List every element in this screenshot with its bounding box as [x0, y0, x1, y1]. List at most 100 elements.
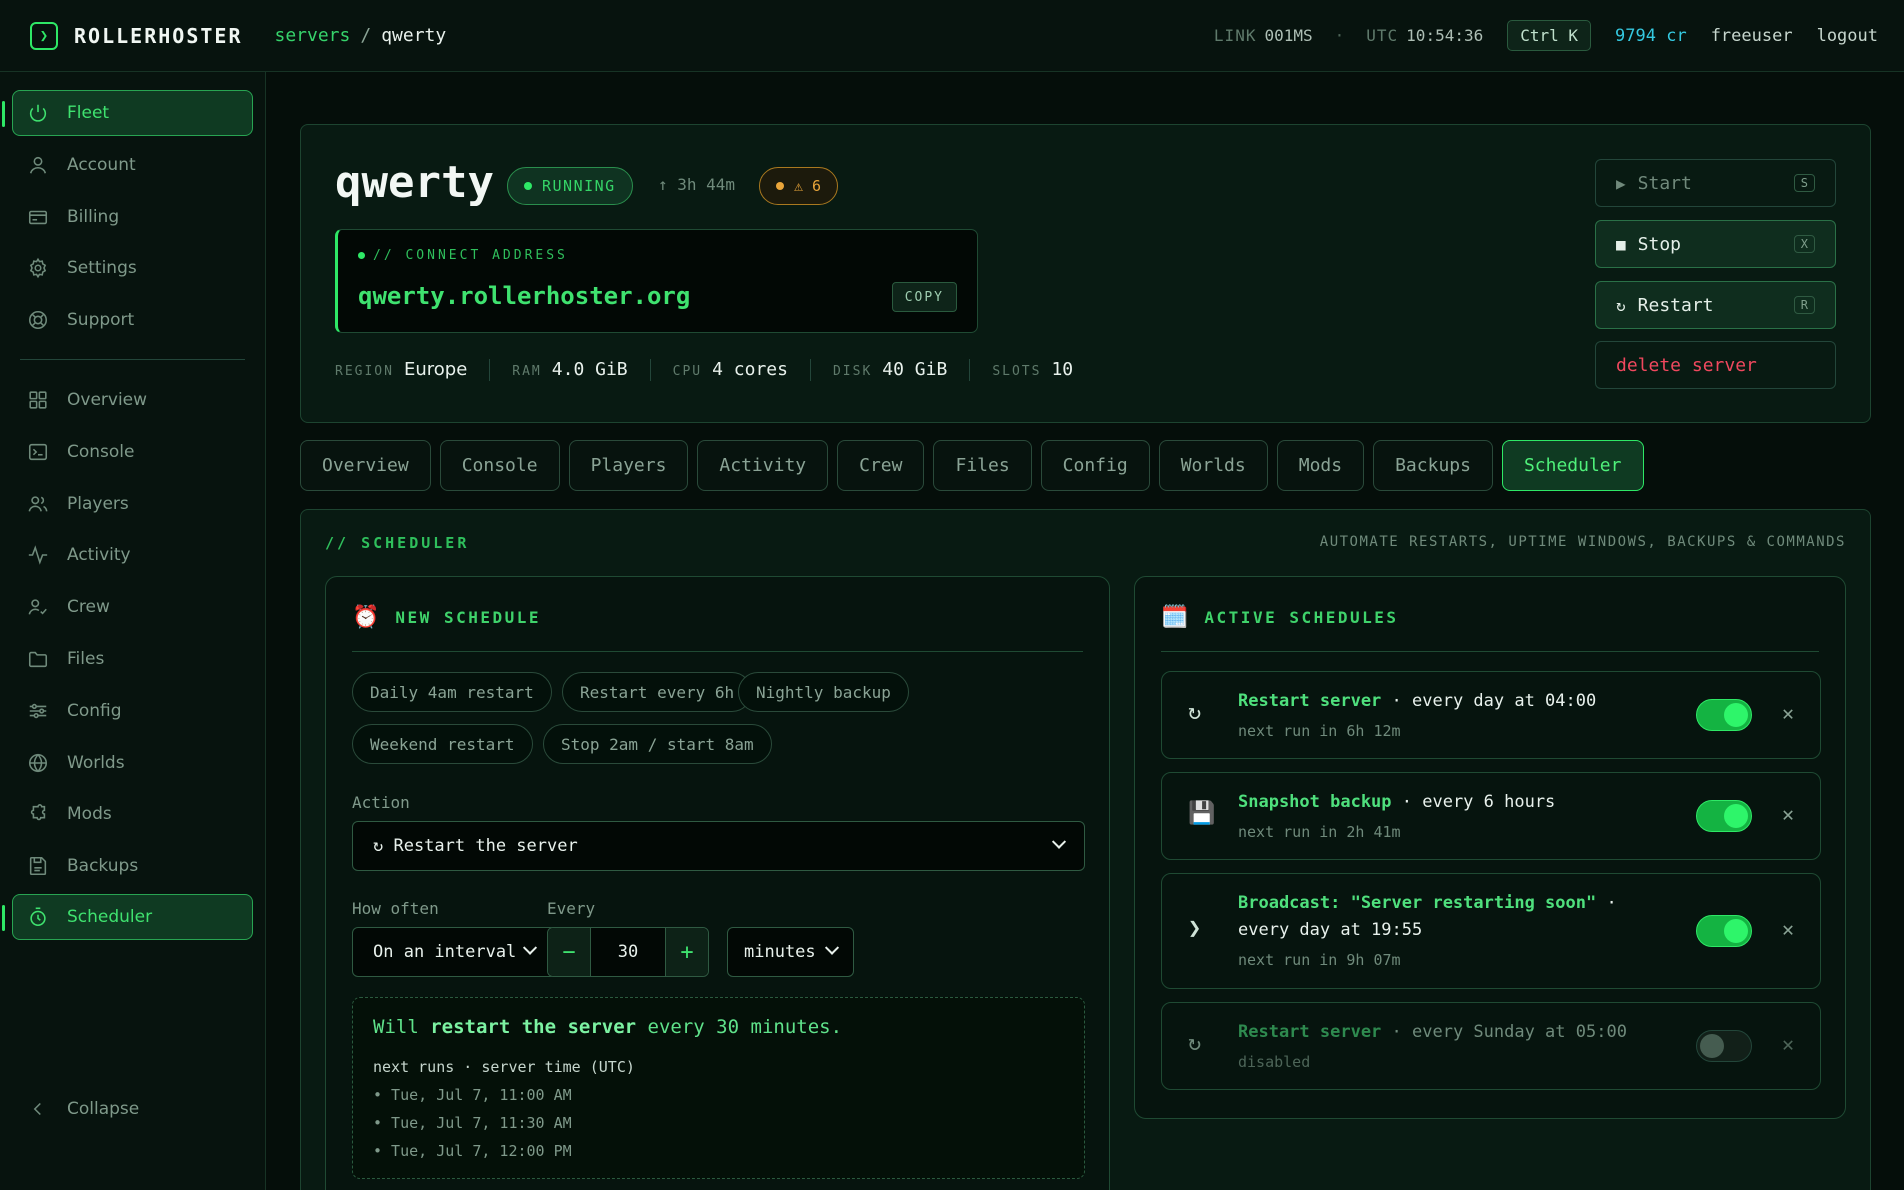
logout-link[interactable]: logout — [1817, 26, 1878, 46]
spec-key: SLOTS — [992, 364, 1042, 379]
schedule-name: Broadcast: "Server restarting soon" — [1238, 893, 1597, 913]
sidebar-item-crew[interactable]: Crew — [12, 584, 253, 630]
schedule-item[interactable]: 💾 Snapshot backup · every 6 hours next r… — [1161, 772, 1821, 860]
sidebar-item-fleet[interactable]: Fleet — [2, 90, 253, 136]
schedule-frequency: · every 6 hours — [1391, 792, 1556, 812]
sidebar-item-overview[interactable]: Overview — [12, 377, 253, 423]
tab-worlds[interactable]: Worlds — [1158, 440, 1268, 491]
summary-pre: Will — [373, 1016, 431, 1038]
sidebar-item-players[interactable]: Players — [12, 481, 253, 527]
schedule-enabled-toggle[interactable] — [1696, 915, 1752, 947]
stop-button[interactable]: ■ Stop X — [1595, 220, 1836, 268]
delete-schedule-button[interactable]: ✕ — [1782, 802, 1794, 826]
timer-icon — [30, 907, 46, 927]
sidebar-item-support[interactable]: Support — [12, 297, 253, 343]
tab-mods[interactable]: Mods — [1276, 440, 1365, 491]
brand[interactable]: ❯ ROLLERHOSTER — [30, 21, 243, 50]
sidebar-item-files[interactable]: Files — [12, 636, 253, 682]
username[interactable]: freeuser — [1711, 26, 1793, 46]
credits-balance[interactable]: 9794 cr — [1615, 26, 1687, 46]
copy-address-button[interactable]: COPY — [891, 282, 957, 312]
delete-schedule-button[interactable]: ✕ — [1782, 701, 1794, 725]
tab-scheduler[interactable]: Scheduler — [1501, 440, 1644, 491]
sidebar-item-worlds[interactable]: Worlds — [12, 740, 253, 786]
increment-button[interactable]: + — [665, 928, 708, 976]
schedule-description: Restart server · every day at 04:00 — [1238, 688, 1596, 715]
unit-select[interactable]: minutes — [727, 927, 854, 977]
schedule-enabled-toggle[interactable] — [1696, 699, 1752, 731]
sidebar-item-label: Players — [67, 494, 129, 514]
sidebar: Fleet Account Billing Settings Support O… — [0, 72, 266, 1190]
sidebar-item-label: Account — [67, 155, 136, 175]
sidebar-item-config[interactable]: Config — [12, 688, 253, 734]
connect-address[interactable]: qwerty.rollerhoster.org — [358, 282, 690, 310]
sidebar-divider — [20, 359, 245, 360]
preset-daily-4am-restart[interactable]: Daily 4am restart — [352, 672, 552, 712]
action-select[interactable]: ↻ Restart the server — [352, 821, 1085, 871]
connect-dot-icon — [358, 252, 365, 259]
tab-players[interactable]: Players — [568, 440, 689, 491]
tab-config[interactable]: Config — [1040, 440, 1150, 491]
tab-activity[interactable]: Activity — [697, 440, 829, 491]
preset-stop-start-window[interactable]: Stop 2am / start 8am — [543, 724, 772, 764]
breadcrumb-current: qwerty — [381, 25, 447, 46]
delete-schedule-button[interactable]: ✕ — [1782, 917, 1794, 941]
server-specs: REGION Europe RAM 4.0 GiB CPU 4 cores DI… — [335, 359, 1117, 381]
interval-input[interactable]: 30 — [591, 928, 665, 976]
schedule-name: Restart server — [1238, 691, 1382, 711]
sidebar-item-label: Crew — [67, 597, 110, 617]
schedule-item[interactable]: ↻ Restart server · every day at 04:00 ne… — [1161, 671, 1821, 759]
sidebar-item-backups[interactable]: Backups — [12, 843, 253, 889]
start-button[interactable]: ▶ Start S — [1595, 159, 1836, 207]
start-label: Start — [1637, 172, 1692, 194]
scheduler-subtitle: AUTOMATE RESTARTS, UPTIME WINDOWS, BACKU… — [1319, 534, 1846, 550]
lifebuoy-icon — [28, 310, 48, 330]
scheduler-panel: // SCHEDULER AUTOMATE RESTARTS, UPTIME W… — [300, 509, 1871, 1190]
spec-ram: RAM 4.0 GiB — [512, 359, 651, 381]
action-select-value: ↻ Restart the server — [373, 836, 578, 856]
preset-weekend-restart[interactable]: Weekend restart — [352, 724, 533, 764]
warnings-badge[interactable]: ⚠ 6 — [759, 167, 839, 205]
schedule-item[interactable]: ↻ Restart server · every Sunday at 05:00… — [1161, 1002, 1821, 1090]
sidebar-item-scheduler[interactable]: Scheduler — [2, 894, 253, 940]
tab-overview[interactable]: Overview — [300, 440, 431, 491]
sidebar-item-settings[interactable]: Settings — [12, 245, 253, 291]
delete-schedule-button[interactable]: ✕ — [1782, 1032, 1794, 1056]
breadcrumb-servers[interactable]: servers — [275, 25, 351, 46]
tab-files[interactable]: Files — [933, 440, 1032, 491]
schedule-enabled-toggle[interactable] — [1696, 800, 1752, 832]
schedule-enabled-toggle[interactable] — [1696, 1030, 1752, 1062]
restart-button[interactable]: ↻ Restart R — [1595, 281, 1836, 329]
command-palette-button[interactable]: Ctrl K — [1507, 20, 1592, 51]
uptime: ↑ 3h 44m — [658, 175, 736, 194]
delete-server-button[interactable]: delete server — [1595, 341, 1836, 389]
sidebar-item-label: Billing — [67, 207, 120, 227]
collapse-label: Collapse — [67, 1099, 140, 1119]
sidebar-item-billing[interactable]: Billing — [12, 194, 253, 240]
toggle-knob — [1700, 1034, 1724, 1058]
restart-shortcut: R — [1793, 296, 1815, 314]
link-value: 001MS — [1264, 26, 1313, 45]
tab-crew[interactable]: Crew — [837, 440, 925, 491]
chevron-left-icon — [33, 1102, 41, 1116]
spec-slots: SLOTS 10 — [992, 359, 1095, 381]
chevron-right-icon: ❯ — [1188, 916, 1202, 941]
tab-console[interactable]: Console — [439, 440, 560, 491]
summary-post: every 30 minutes. — [636, 1016, 843, 1038]
decrement-button[interactable]: − — [548, 928, 591, 976]
top-status: LINK 001MS · UTC 10:54:36 Ctrl K 9794 cr… — [1214, 20, 1878, 51]
sidebar-item-label: Mods — [67, 804, 112, 824]
preset-restart-every-6h[interactable]: Restart every 6h — [562, 672, 753, 712]
preset-nightly-backup[interactable]: Nightly backup — [738, 672, 909, 712]
sidebar-item-mods[interactable]: Mods — [12, 791, 253, 837]
alarm-clock-icon: ⏰ — [352, 605, 380, 630]
sidebar-collapse-button[interactable]: Collapse — [12, 1086, 253, 1132]
top-bar: ❯ ROLLERHOSTER servers / qwerty LINK 001… — [0, 0, 1904, 72]
active-schedules-card: 🗓️ ACTIVE SCHEDULES ↻ Restart server · e… — [1134, 576, 1846, 1119]
sidebar-item-console[interactable]: Console — [12, 429, 253, 475]
schedule-item[interactable]: ❯ Broadcast: "Server restarting soon" · e… — [1161, 873, 1821, 989]
sidebar-item-activity[interactable]: Activity — [12, 532, 253, 578]
sidebar-item-account[interactable]: Account — [12, 142, 253, 188]
how-often-select[interactable]: On an interval — [352, 927, 556, 977]
tab-backups[interactable]: Backups — [1373, 440, 1493, 491]
